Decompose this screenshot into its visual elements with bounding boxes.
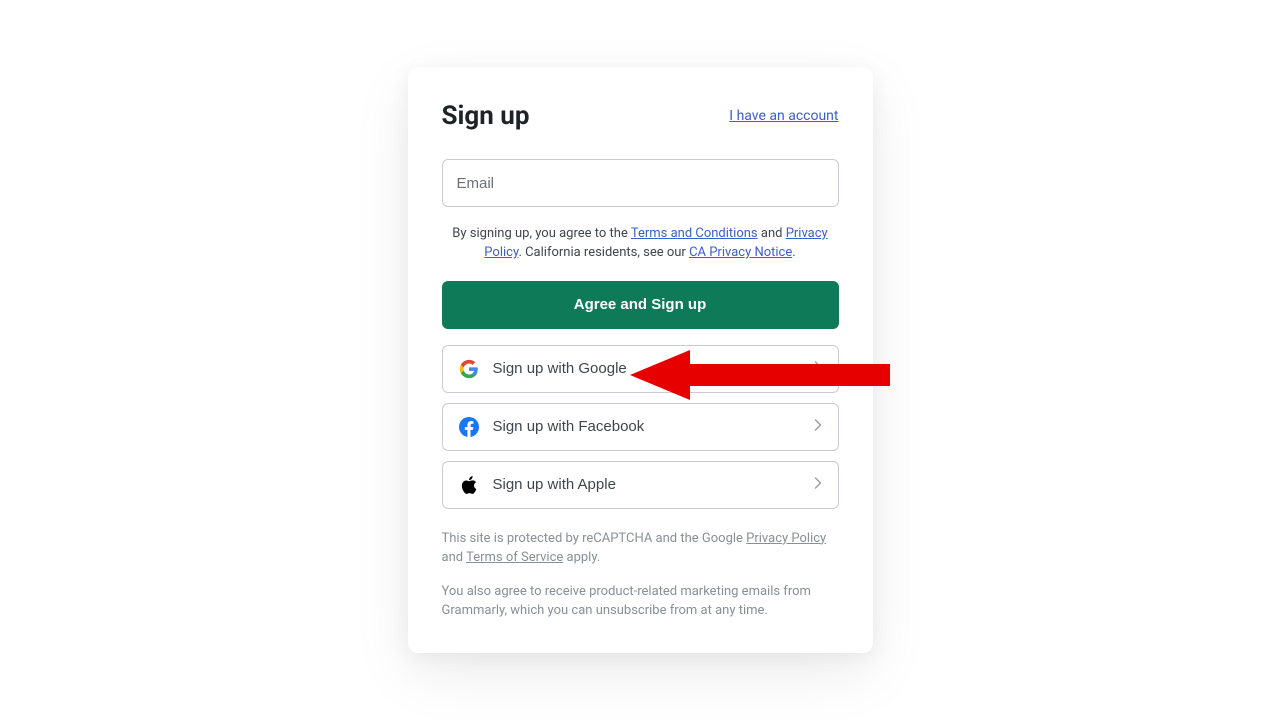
- recaptcha-text-part3: apply.: [563, 550, 600, 565]
- apple-button-label: Sign up with Apple: [493, 476, 616, 493]
- recaptcha-text: This site is protected by reCAPTCHA and …: [442, 529, 839, 568]
- marketing-text: You also agree to receive product-relate…: [442, 582, 839, 621]
- signup-facebook-button[interactable]: Sign up with Facebook: [442, 403, 839, 451]
- recaptcha-text-part2: and: [442, 550, 467, 565]
- header-row: Sign up I have an account: [442, 101, 839, 131]
- signup-google-button[interactable]: Sign up with Google: [442, 345, 839, 393]
- facebook-button-label: Sign up with Facebook: [493, 418, 645, 435]
- agree-signup-button[interactable]: Agree and Sign up: [442, 281, 839, 329]
- chevron-right-icon: [814, 477, 822, 492]
- recaptcha-text-part1: This site is protected by reCAPTCHA and …: [442, 531, 747, 546]
- google-button-label: Sign up with Google: [493, 360, 627, 377]
- signup-apple-button[interactable]: Sign up with Apple: [442, 461, 839, 509]
- page-title: Sign up: [442, 101, 530, 131]
- google-icon: [459, 359, 479, 379]
- chevron-right-icon: [814, 419, 822, 434]
- ca-privacy-notice-link[interactable]: CA Privacy Notice: [689, 245, 792, 260]
- recaptcha-terms-link[interactable]: Terms of Service: [466, 550, 563, 565]
- consent-text-part3: . California residents, see our: [518, 245, 689, 260]
- consent-text-part2: and: [758, 226, 786, 241]
- email-field[interactable]: [442, 159, 839, 207]
- recaptcha-privacy-link[interactable]: Privacy Policy: [746, 531, 826, 546]
- facebook-icon: [459, 417, 479, 437]
- have-account-link[interactable]: I have an account: [729, 108, 838, 124]
- consent-text-part1: By signing up, you agree to the: [452, 226, 631, 241]
- consent-text: By signing up, you agree to the Terms an…: [442, 225, 839, 263]
- apple-icon: [459, 475, 479, 495]
- chevron-right-icon: [814, 361, 822, 376]
- signup-card: Sign up I have an account By signing up,…: [408, 67, 873, 653]
- consent-text-part4: .: [792, 245, 795, 260]
- terms-and-conditions-link[interactable]: Terms and Conditions: [631, 226, 758, 241]
